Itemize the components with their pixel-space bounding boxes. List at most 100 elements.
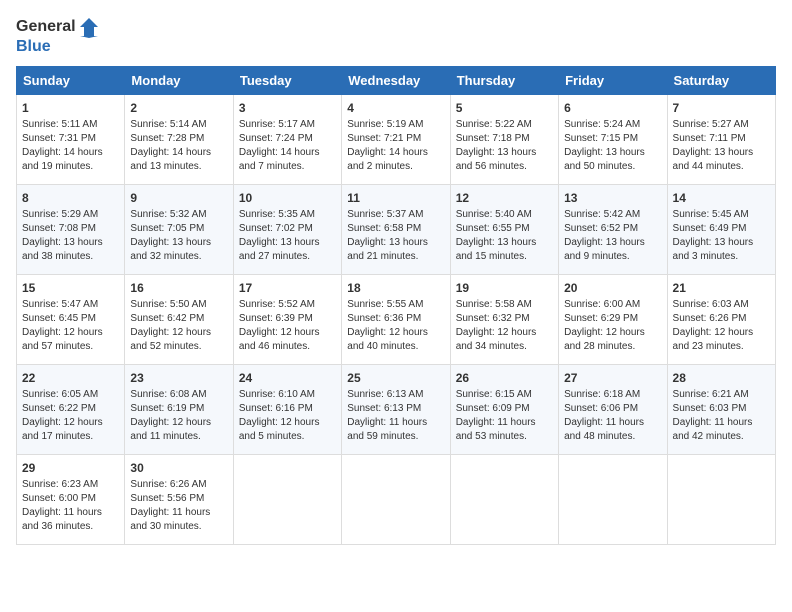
sunset-text: Sunset: 6:55 PM — [456, 222, 553, 236]
daylight-text: Daylight: 12 hours and 28 minutes. — [564, 326, 661, 354]
daylight-text: Daylight: 11 hours and 59 minutes. — [347, 416, 444, 444]
daylight-text: Daylight: 12 hours and 11 minutes. — [130, 416, 227, 444]
sunrise-text: Sunrise: 5:42 AM — [564, 208, 661, 222]
sunrise-text: Sunrise: 5:40 AM — [456, 208, 553, 222]
sunset-text: Sunset: 6:29 PM — [564, 312, 661, 326]
sunrise-text: Sunrise: 5:24 AM — [564, 118, 661, 132]
daylight-text: Daylight: 13 hours and 32 minutes. — [130, 236, 227, 264]
day-number: 29 — [22, 460, 119, 477]
calendar-cell: 22Sunrise: 6:05 AMSunset: 6:22 PMDayligh… — [17, 364, 125, 454]
sunrise-text: Sunrise: 5:27 AM — [673, 118, 770, 132]
sunset-text: Sunset: 7:31 PM — [22, 132, 119, 146]
calendar-cell: 2Sunrise: 5:14 AMSunset: 7:28 PMDaylight… — [125, 94, 233, 184]
day-number: 3 — [239, 100, 336, 117]
sunset-text: Sunset: 6:49 PM — [673, 222, 770, 236]
sunrise-text: Sunrise: 5:14 AM — [130, 118, 227, 132]
day-number: 27 — [564, 370, 661, 387]
calendar-cell: 28Sunrise: 6:21 AMSunset: 6:03 PMDayligh… — [667, 364, 775, 454]
calendar-cell — [667, 454, 775, 544]
day-number: 21 — [673, 280, 770, 297]
calendar-cell: 23Sunrise: 6:08 AMSunset: 6:19 PMDayligh… — [125, 364, 233, 454]
day-number: 5 — [456, 100, 553, 117]
sunrise-text: Sunrise: 6:00 AM — [564, 298, 661, 312]
daylight-text: Daylight: 14 hours and 19 minutes. — [22, 146, 119, 174]
sunrise-text: Sunrise: 5:55 AM — [347, 298, 444, 312]
daylight-text: Daylight: 12 hours and 52 minutes. — [130, 326, 227, 354]
calendar-week-row: 15Sunrise: 5:47 AMSunset: 6:45 PMDayligh… — [17, 274, 776, 364]
calendar-cell: 9Sunrise: 5:32 AMSunset: 7:05 PMDaylight… — [125, 184, 233, 274]
sunset-text: Sunset: 6:52 PM — [564, 222, 661, 236]
day-number: 10 — [239, 190, 336, 207]
day-number: 7 — [673, 100, 770, 117]
sunset-text: Sunset: 6:09 PM — [456, 402, 553, 416]
sunset-text: Sunset: 6:00 PM — [22, 492, 119, 506]
calendar-table: SundayMondayTuesdayWednesdayThursdayFrid… — [16, 66, 776, 545]
sunset-text: Sunset: 6:58 PM — [347, 222, 444, 236]
sunset-text: Sunset: 6:45 PM — [22, 312, 119, 326]
daylight-text: Daylight: 11 hours and 53 minutes. — [456, 416, 553, 444]
daylight-text: Daylight: 13 hours and 3 minutes. — [673, 236, 770, 264]
day-number: 12 — [456, 190, 553, 207]
sunrise-text: Sunrise: 6:26 AM — [130, 478, 227, 492]
daylight-text: Daylight: 14 hours and 13 minutes. — [130, 146, 227, 174]
calendar-cell: 20Sunrise: 6:00 AMSunset: 6:29 PMDayligh… — [559, 274, 667, 364]
daylight-text: Daylight: 12 hours and 40 minutes. — [347, 326, 444, 354]
sunrise-text: Sunrise: 5:32 AM — [130, 208, 227, 222]
daylight-text: Daylight: 13 hours and 9 minutes. — [564, 236, 661, 264]
sunset-text: Sunset: 6:16 PM — [239, 402, 336, 416]
calendar-cell: 14Sunrise: 5:45 AMSunset: 6:49 PMDayligh… — [667, 184, 775, 274]
sunset-text: Sunset: 6:03 PM — [673, 402, 770, 416]
calendar-week-row: 1Sunrise: 5:11 AMSunset: 7:31 PMDaylight… — [17, 94, 776, 184]
sunset-text: Sunset: 6:22 PM — [22, 402, 119, 416]
calendar-body: 1Sunrise: 5:11 AMSunset: 7:31 PMDaylight… — [17, 94, 776, 544]
logo-general: General — [16, 18, 76, 36]
sunset-text: Sunset: 7:02 PM — [239, 222, 336, 236]
sunrise-text: Sunrise: 5:19 AM — [347, 118, 444, 132]
logo-bird-icon — [78, 16, 100, 38]
day-header-thursday: Thursday — [450, 66, 558, 94]
calendar-cell: 30Sunrise: 6:26 AMSunset: 5:56 PMDayligh… — [125, 454, 233, 544]
calendar-cell: 5Sunrise: 5:22 AMSunset: 7:18 PMDaylight… — [450, 94, 558, 184]
day-number: 11 — [347, 190, 444, 207]
page-header: General Blue — [16, 16, 776, 56]
sunset-text: Sunset: 7:15 PM — [564, 132, 661, 146]
calendar-cell: 15Sunrise: 5:47 AMSunset: 6:45 PMDayligh… — [17, 274, 125, 364]
calendar-cell: 1Sunrise: 5:11 AMSunset: 7:31 PMDaylight… — [17, 94, 125, 184]
day-header-tuesday: Tuesday — [233, 66, 341, 94]
calendar-cell: 25Sunrise: 6:13 AMSunset: 6:13 PMDayligh… — [342, 364, 450, 454]
day-header-wednesday: Wednesday — [342, 66, 450, 94]
calendar-cell: 12Sunrise: 5:40 AMSunset: 6:55 PMDayligh… — [450, 184, 558, 274]
daylight-text: Daylight: 12 hours and 5 minutes. — [239, 416, 336, 444]
calendar-cell: 7Sunrise: 5:27 AMSunset: 7:11 PMDaylight… — [667, 94, 775, 184]
sunrise-text: Sunrise: 6:13 AM — [347, 388, 444, 402]
sunrise-text: Sunrise: 6:08 AM — [130, 388, 227, 402]
daylight-text: Daylight: 12 hours and 34 minutes. — [456, 326, 553, 354]
sunrise-text: Sunrise: 6:10 AM — [239, 388, 336, 402]
daylight-text: Daylight: 12 hours and 23 minutes. — [673, 326, 770, 354]
sunrise-text: Sunrise: 5:58 AM — [456, 298, 553, 312]
day-number: 16 — [130, 280, 227, 297]
daylight-text: Daylight: 11 hours and 42 minutes. — [673, 416, 770, 444]
sunrise-text: Sunrise: 5:35 AM — [239, 208, 336, 222]
day-number: 2 — [130, 100, 227, 117]
calendar-cell: 4Sunrise: 5:19 AMSunset: 7:21 PMDaylight… — [342, 94, 450, 184]
calendar-cell — [559, 454, 667, 544]
sunrise-text: Sunrise: 6:05 AM — [22, 388, 119, 402]
day-header-saturday: Saturday — [667, 66, 775, 94]
daylight-text: Daylight: 14 hours and 2 minutes. — [347, 146, 444, 174]
day-number: 6 — [564, 100, 661, 117]
day-number: 18 — [347, 280, 444, 297]
sunrise-text: Sunrise: 5:47 AM — [22, 298, 119, 312]
day-number: 30 — [130, 460, 227, 477]
daylight-text: Daylight: 13 hours and 50 minutes. — [564, 146, 661, 174]
calendar-cell: 3Sunrise: 5:17 AMSunset: 7:24 PMDaylight… — [233, 94, 341, 184]
sunset-text: Sunset: 6:26 PM — [673, 312, 770, 326]
sunrise-text: Sunrise: 6:03 AM — [673, 298, 770, 312]
sunset-text: Sunset: 6:32 PM — [456, 312, 553, 326]
calendar-cell: 11Sunrise: 5:37 AMSunset: 6:58 PMDayligh… — [342, 184, 450, 274]
sunrise-text: Sunrise: 5:45 AM — [673, 208, 770, 222]
day-header-friday: Friday — [559, 66, 667, 94]
sunrise-text: Sunrise: 6:23 AM — [22, 478, 119, 492]
calendar-cell: 8Sunrise: 5:29 AMSunset: 7:08 PMDaylight… — [17, 184, 125, 274]
calendar-cell: 17Sunrise: 5:52 AMSunset: 6:39 PMDayligh… — [233, 274, 341, 364]
